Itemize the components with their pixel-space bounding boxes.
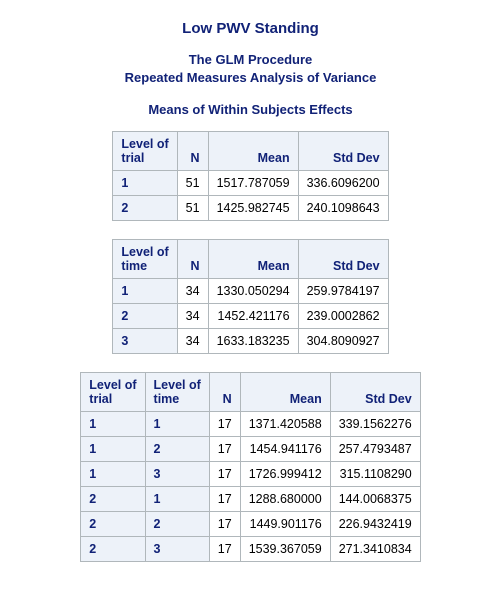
cell-n: 34 — [177, 304, 208, 329]
cell-mean: 1330.050294 — [208, 279, 298, 304]
cell-mean: 1288.680000 — [240, 487, 330, 512]
cell-trial: 2 — [81, 537, 145, 562]
col-n: N — [177, 240, 208, 279]
cell-trial: 1 — [81, 437, 145, 462]
cell-std: 144.0068375 — [330, 487, 420, 512]
cell-time: 3 — [113, 329, 177, 354]
table-row: 2 2 17 1449.901176 226.9432419 — [81, 512, 420, 537]
cell-std: 271.3410834 — [330, 537, 420, 562]
cell-time: 1 — [145, 487, 209, 512]
cell-std: 336.6096200 — [298, 171, 388, 196]
cell-n: 17 — [209, 487, 240, 512]
page-title: Low PWV Standing — [20, 20, 481, 37]
table-header-row: Level oftrial N Mean Std Dev — [113, 132, 388, 171]
cell-std: 339.1562276 — [330, 412, 420, 437]
cell-mean: 1517.787059 — [208, 171, 298, 196]
cell-time: 2 — [145, 437, 209, 462]
cell-n: 17 — [209, 412, 240, 437]
col-mean: Mean — [208, 240, 298, 279]
means-trial-table: Level oftrial N Mean Std Dev 1 51 1517.7… — [112, 131, 388, 221]
cell-n: 51 — [177, 196, 208, 221]
cell-trial: 2 — [113, 196, 177, 221]
table-row: 3 34 1633.183235 304.8090927 — [113, 329, 388, 354]
cell-mean: 1425.982745 — [208, 196, 298, 221]
col-level-trial: Level oftrial — [81, 373, 145, 412]
cell-time: 1 — [113, 279, 177, 304]
col-std: Std Dev — [330, 373, 420, 412]
cell-mean: 1633.183235 — [208, 329, 298, 354]
cell-time: 2 — [145, 512, 209, 537]
cell-time: 2 — [113, 304, 177, 329]
col-mean: Mean — [240, 373, 330, 412]
cell-time: 1 — [145, 412, 209, 437]
cell-std: 226.9432419 — [330, 512, 420, 537]
procedure-name: The GLM Procedure — [20, 51, 481, 69]
table-row: 2 51 1425.982745 240.1098643 — [113, 196, 388, 221]
cell-time: 3 — [145, 462, 209, 487]
means-time-table: Level oftime N Mean Std Dev 1 34 1330.05… — [112, 239, 388, 354]
cell-trial: 1 — [81, 412, 145, 437]
cell-mean: 1452.421176 — [208, 304, 298, 329]
cell-std: 240.1098643 — [298, 196, 388, 221]
cell-trial: 2 — [81, 512, 145, 537]
cell-std: 304.8090927 — [298, 329, 388, 354]
col-level-time: Level oftime — [145, 373, 209, 412]
table-row: 1 1 17 1371.420588 339.1562276 — [81, 412, 420, 437]
table-row: 1 51 1517.787059 336.6096200 — [113, 171, 388, 196]
cell-n: 17 — [209, 437, 240, 462]
table-row: 1 2 17 1454.941176 257.4793487 — [81, 437, 420, 462]
cell-n: 17 — [209, 462, 240, 487]
cell-mean: 1726.999412 — [240, 462, 330, 487]
cell-mean: 1449.901176 — [240, 512, 330, 537]
cell-mean: 1454.941176 — [240, 437, 330, 462]
cell-mean: 1539.367059 — [240, 537, 330, 562]
table-header-row: Level oftime N Mean Std Dev — [113, 240, 388, 279]
col-n: N — [177, 132, 208, 171]
cell-n: 17 — [209, 537, 240, 562]
means-trial-time-table: Level oftrial Level oftime N Mean Std De… — [80, 372, 420, 562]
section-heading: Means of Within Subjects Effects — [20, 102, 481, 117]
cell-time: 3 — [145, 537, 209, 562]
cell-trial: 2 — [81, 487, 145, 512]
cell-trial: 1 — [81, 462, 145, 487]
analysis-name: Repeated Measures Analysis of Variance — [20, 69, 481, 87]
cell-std: 259.9784197 — [298, 279, 388, 304]
cell-mean: 1371.420588 — [240, 412, 330, 437]
cell-n: 34 — [177, 329, 208, 354]
cell-trial: 1 — [113, 171, 177, 196]
cell-n: 34 — [177, 279, 208, 304]
col-std: Std Dev — [298, 240, 388, 279]
col-level-trial: Level oftrial — [113, 132, 177, 171]
cell-std: 315.1108290 — [330, 462, 420, 487]
col-std: Std Dev — [298, 132, 388, 171]
col-mean: Mean — [208, 132, 298, 171]
cell-std: 239.0002862 — [298, 304, 388, 329]
cell-n: 51 — [177, 171, 208, 196]
cell-n: 17 — [209, 512, 240, 537]
col-n: N — [209, 373, 240, 412]
table-row: 2 3 17 1539.367059 271.3410834 — [81, 537, 420, 562]
table-row: 2 1 17 1288.680000 144.0068375 — [81, 487, 420, 512]
table-row: 1 3 17 1726.999412 315.1108290 — [81, 462, 420, 487]
table-row: 2 34 1452.421176 239.0002862 — [113, 304, 388, 329]
table-row: 1 34 1330.050294 259.9784197 — [113, 279, 388, 304]
cell-std: 257.4793487 — [330, 437, 420, 462]
table-header-row: Level oftrial Level oftime N Mean Std De… — [81, 373, 420, 412]
col-level-time: Level oftime — [113, 240, 177, 279]
